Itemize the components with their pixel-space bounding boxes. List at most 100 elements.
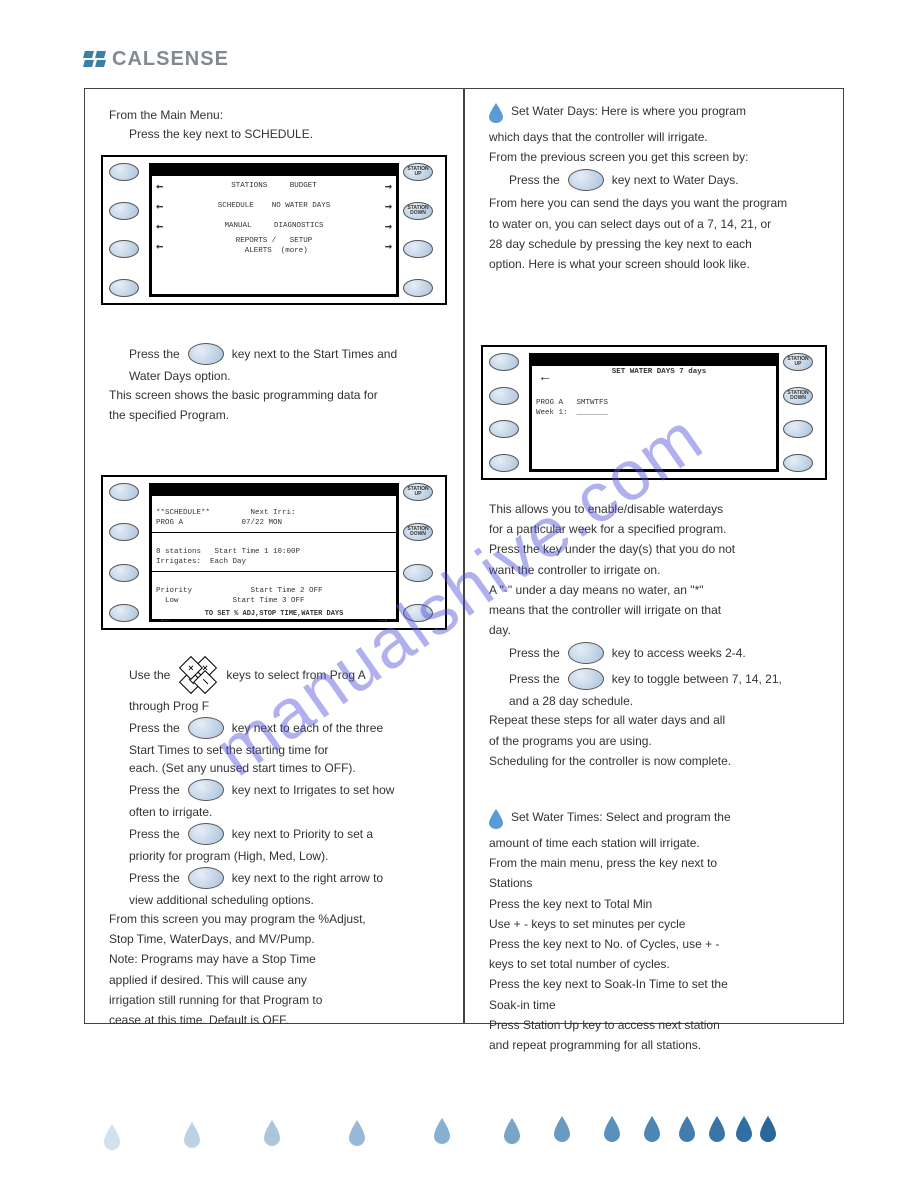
softkey-button[interactable] xyxy=(489,454,519,472)
brand-logo-icon xyxy=(84,51,106,69)
text: From here you can send the days you want… xyxy=(489,195,819,211)
softkey-button[interactable] xyxy=(109,240,139,258)
text: This allows you to enable/disable waterd… xyxy=(489,501,819,517)
text: Press the xyxy=(129,871,180,885)
text: cease at this time. Default is OFF. xyxy=(109,1012,439,1028)
softkey-button[interactable] xyxy=(568,668,604,690)
panel-a-right-buttons: STATION UP STATION DOWN xyxy=(403,163,439,297)
lcd-screen: **SCHEDULE** Next Irri: PROG A 07/22 MON… xyxy=(149,483,399,622)
text: means that the controller will irrigate … xyxy=(489,602,819,618)
softkey-button[interactable] xyxy=(783,454,813,472)
text: which days that the controller will irri… xyxy=(489,129,819,145)
text: amount of time each station will irrigat… xyxy=(489,835,819,851)
station-down-button[interactable]: STATION DOWN xyxy=(783,387,813,405)
softkey-button[interactable] xyxy=(109,202,139,220)
softkey-button[interactable] xyxy=(783,420,813,438)
text: Scheduling for the controller is now com… xyxy=(489,753,819,769)
softkey-button[interactable] xyxy=(489,420,519,438)
softkey-button[interactable] xyxy=(403,604,433,622)
text: Press the xyxy=(509,672,560,686)
text: Press the key under the day(s) that you … xyxy=(489,541,819,557)
softkey-button[interactable] xyxy=(188,779,224,801)
panel-c-left-buttons xyxy=(489,353,525,472)
panel-b-right-buttons: STATION UP STATION DOWN xyxy=(403,483,439,622)
station-up-button[interactable]: STATION UP xyxy=(403,163,433,181)
station-down-button[interactable]: STATION DOWN xyxy=(403,202,433,220)
text: Press the xyxy=(129,347,180,361)
text: Use the xyxy=(129,668,170,682)
softkey-button[interactable] xyxy=(188,867,224,889)
text: view additional scheduling options. xyxy=(129,893,314,907)
softkey-button[interactable] xyxy=(109,483,139,501)
text: key next to Irrigates to set how xyxy=(232,783,395,797)
text: Stations xyxy=(489,875,819,891)
text: priority for program (High, Med, Low). xyxy=(129,849,328,863)
brand-text: CALSENSE xyxy=(112,48,229,71)
text: Press the xyxy=(129,827,180,841)
text: key to toggle between 7, 14, 21, xyxy=(612,672,782,686)
text: This screen shows the basic programming … xyxy=(109,387,439,403)
station-down-button[interactable]: STATION DOWN xyxy=(403,523,433,541)
softkey-button[interactable] xyxy=(109,279,139,297)
text: day. xyxy=(489,622,819,638)
softkey-button[interactable] xyxy=(109,523,139,541)
text: Press the key next to No. of Cycles, use… xyxy=(489,936,819,952)
text: the specified Program. xyxy=(109,407,439,423)
text: and repeat programming for all stations. xyxy=(489,1037,819,1053)
text: for a particular week for a specified pr… xyxy=(489,521,819,537)
text: applied if desired. This will cause any xyxy=(109,972,439,988)
softkey-button[interactable] xyxy=(109,163,139,181)
softkey-button[interactable] xyxy=(568,642,604,664)
softkey-button[interactable] xyxy=(489,353,519,371)
plus-minus-keys-icon: + − + − xyxy=(178,655,218,695)
text: 28 day schedule by pressing the key next… xyxy=(489,236,819,252)
text: Press the xyxy=(129,721,180,735)
text: key next to Priority to set a xyxy=(232,827,373,841)
text: Press the xyxy=(509,646,560,660)
text: want the controller to irrigate on. xyxy=(489,562,819,578)
softkey-button[interactable] xyxy=(109,604,139,622)
panel-c-right-buttons: STATION UP STATION DOWN xyxy=(783,353,819,472)
text: keys to set total number of cycles. xyxy=(489,956,819,972)
text: Use + - keys to set minutes per cycle xyxy=(489,916,819,932)
content-frame: From the Main Menu: Press the key next t… xyxy=(84,88,844,1024)
text: Note: Programs may have a Stop Time xyxy=(109,951,439,967)
text: Soak-in time xyxy=(489,997,819,1013)
text: to water on, you can select days out of … xyxy=(489,216,819,232)
brand-header: CALSENSE xyxy=(84,48,229,71)
text: Start Times to set the starting time for xyxy=(129,743,328,757)
text: keys to select from Prog A xyxy=(226,668,365,682)
text: Water Days option. xyxy=(129,369,231,383)
left-column: From the Main Menu: Press the key next t… xyxy=(85,89,463,1023)
text: irrigation still running for that Progra… xyxy=(109,992,439,1008)
text: A "-" under a day means no water, an "*" xyxy=(489,582,819,598)
text: Press the key next to Total Min xyxy=(489,896,819,912)
softkey-button[interactable] xyxy=(109,564,139,582)
softkey-button[interactable] xyxy=(188,343,224,365)
softkey-button[interactable] xyxy=(403,240,433,258)
text: and a 28 day schedule. xyxy=(509,694,633,708)
softkey-button[interactable] xyxy=(403,279,433,297)
section-heading: Set Water Days: Here is where you progra… xyxy=(511,103,746,119)
softkey-button[interactable] xyxy=(188,717,224,739)
intro-line-2: Press the key next to SCHEDULE. xyxy=(129,127,313,141)
station-up-button[interactable]: STATION UP xyxy=(403,483,433,501)
station-up-button[interactable]: STATION UP xyxy=(783,353,813,371)
text: key next to each of the three xyxy=(232,721,383,735)
text: through Prog F xyxy=(129,699,209,713)
softkey-button[interactable] xyxy=(188,823,224,845)
text: Repeat these steps for all water days an… xyxy=(489,712,819,728)
intro-line-1: From the Main Menu: xyxy=(109,107,439,123)
text: From the main menu, press the key next t… xyxy=(489,855,819,871)
lcd-panel-water-days: ←SET WATER DAYS 7 days PROG A SMTWTFS We… xyxy=(481,345,827,480)
text: Press the xyxy=(129,783,180,797)
text: Stop Time, WaterDays, and MV/Pump. xyxy=(109,931,439,947)
softkey-button[interactable] xyxy=(568,169,604,191)
softkey-button[interactable] xyxy=(489,387,519,405)
softkey-button[interactable] xyxy=(403,564,433,582)
panel-b-left-buttons xyxy=(109,483,145,622)
text: key next to the Start Times and xyxy=(232,347,397,361)
text: Press Station Up key to access next stat… xyxy=(489,1017,819,1033)
text: Press the xyxy=(509,173,560,187)
water-drop-icon xyxy=(489,809,503,829)
